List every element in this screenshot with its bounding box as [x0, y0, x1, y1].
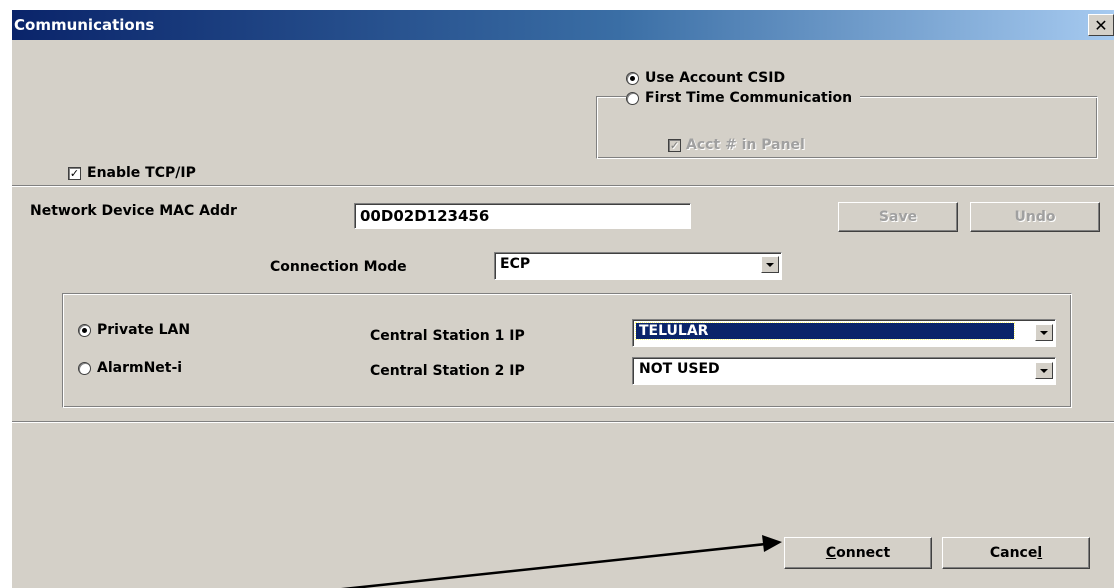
arrow-annotation-icon — [340, 535, 782, 588]
